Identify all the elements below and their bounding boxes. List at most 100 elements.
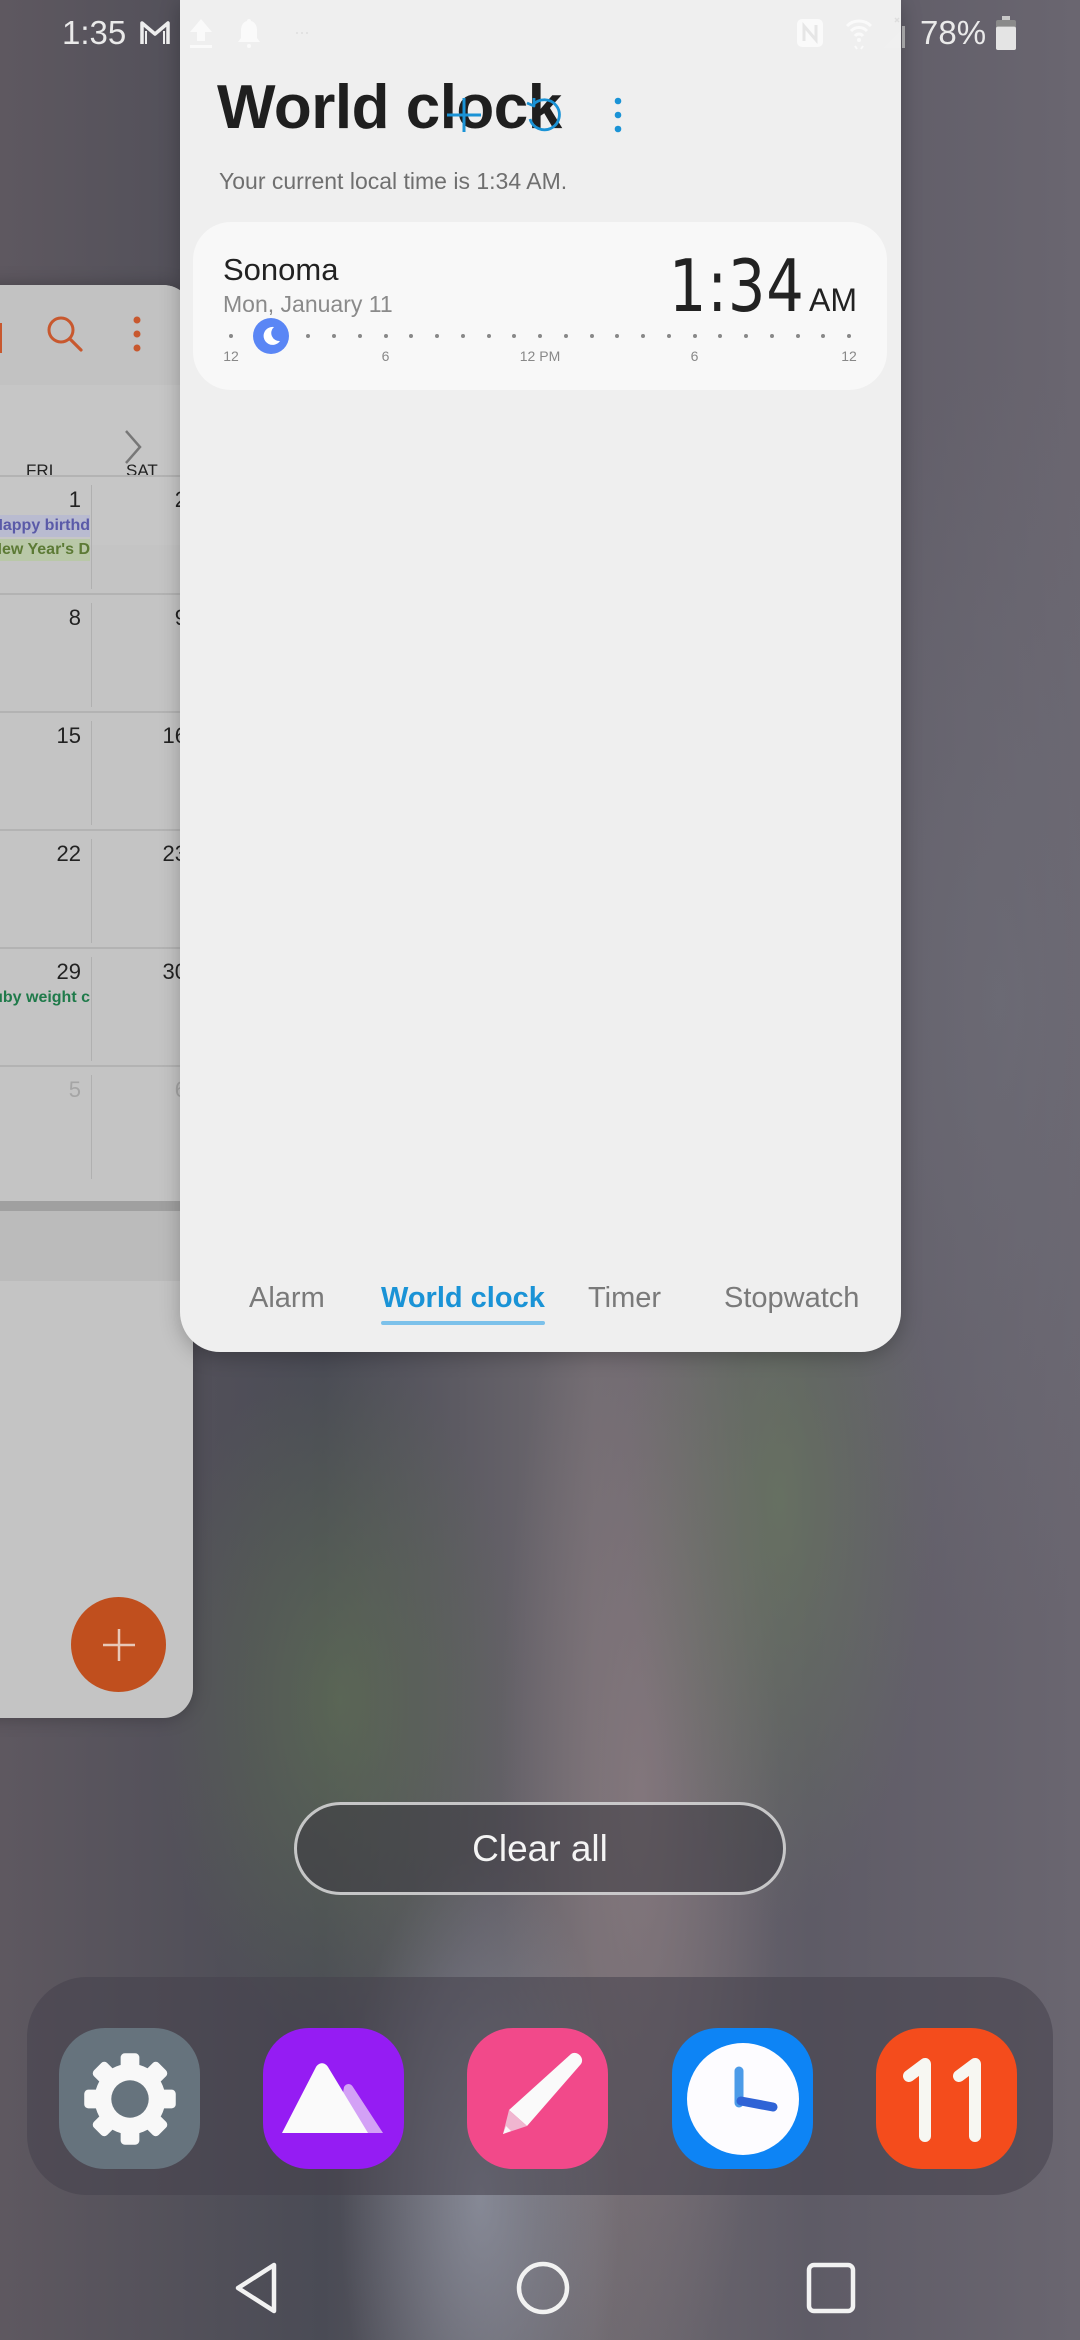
timeline-hour-dot: [641, 334, 645, 338]
home-circle-icon: [516, 2261, 570, 2315]
timeline-hour-dot: [486, 334, 491, 338]
timeline-hour-dot: [847, 334, 851, 338]
app-calendar[interactable]: [876, 2028, 1017, 2169]
app-clock[interactable]: [672, 2028, 813, 2169]
battery-icon: [994, 16, 1018, 50]
gmail-icon: [136, 16, 174, 50]
timeline-hour-dot: [460, 334, 465, 338]
timeline-hour-dot: [744, 334, 748, 338]
plus-icon: [102, 1628, 135, 1661]
recents-button[interactable]: [796, 2253, 866, 2323]
tab-alarm[interactable]: Alarm: [249, 1282, 325, 1315]
calendar-week-row: 22 23: [0, 829, 193, 947]
timeline-hour-dot: [409, 334, 414, 338]
home-button[interactable]: [508, 2253, 578, 2323]
bell-icon: [234, 16, 264, 50]
calendar-day-number[interactable]: 15: [57, 723, 81, 749]
app-dock: [27, 1977, 1053, 2195]
calendar-toolbar-icon-partial: [0, 323, 2, 353]
calendar-column-divider: [91, 1075, 92, 1179]
timeline-hour-dot: [821, 334, 826, 338]
app-notes[interactable]: [467, 2028, 608, 2169]
calendar-bottom-panel: [0, 1211, 193, 1281]
active-tab-indicator: [381, 1321, 545, 1325]
navigation-bar: [0, 2235, 1080, 2340]
calendar-week-row: 15 16: [0, 711, 193, 829]
calendar-divider: [0, 1201, 193, 1211]
plus-icon: [447, 98, 481, 132]
timeline-hour-dot: [666, 334, 671, 338]
timeline-hour-dot: [306, 334, 311, 338]
battery-percent: 78%: [920, 14, 987, 51]
calendar-week-row: 89: [0, 593, 193, 711]
city-time-value: 1:34: [669, 244, 805, 328]
calendar-week-row: 1Happy birthdNew Year's D2: [0, 475, 193, 593]
calendar-column-divider: [91, 485, 92, 589]
page-title: World clock: [217, 73, 562, 142]
city-card[interactable]: Sonoma Mon, January 11 1:34 AM 12 6 12 PM 6…: [193, 222, 887, 390]
calendar-event[interactable]: Ruby weight c: [0, 987, 90, 1009]
timeline-label: 12: [841, 348, 857, 364]
calendar-column-divider: [91, 839, 92, 943]
add-event-button[interactable]: [71, 1597, 166, 1692]
more-options-icon[interactable]: [130, 313, 144, 357]
calendar-column-divider: [91, 957, 92, 1061]
timeline-hour-dot: [692, 334, 697, 338]
timeline-label: 12: [223, 348, 239, 364]
clear-all-button[interactable]: Clear all: [294, 1802, 786, 1895]
tab-stopwatch[interactable]: Stopwatch: [724, 1282, 859, 1315]
local-time-subtitle: Your current local time is 1:34 AM.: [219, 168, 568, 194]
calendar-column-divider: [91, 721, 92, 825]
back-triangle-icon: [235, 2262, 277, 2314]
timeline-hour-dot: [538, 334, 542, 338]
calendar-day-number[interactable]: 5: [69, 1077, 81, 1103]
timeline-hour-dot: [512, 334, 517, 338]
tab-world-clock[interactable]: World clock: [381, 1282, 545, 1325]
recents-square-icon: [806, 2262, 856, 2314]
timeline-hour-dot: [357, 334, 362, 338]
more-vert-icon: [614, 97, 622, 133]
more-options-button[interactable]: [593, 90, 643, 140]
timeline-hour-dot: [589, 334, 594, 338]
calendar-event[interactable]: New Year's D: [0, 539, 90, 561]
wifi-icon: [842, 16, 876, 50]
calendar-day-number[interactable]: 1: [69, 487, 81, 513]
mountain-icon: [281, 2062, 383, 2133]
calendar-day-number[interactable]: 22: [57, 841, 81, 867]
timeline-hour-dot: [332, 334, 336, 338]
refresh-icon: [526, 98, 561, 132]
timeline-hour-dot: [718, 334, 723, 338]
city-date: Mon, January 11: [223, 291, 393, 317]
calendar-week-row: 29Ruby weight c30: [0, 947, 193, 1065]
calendar-event[interactable]: Happy birthd: [0, 515, 90, 537]
timeline-label: 12 PM: [519, 348, 561, 364]
tab-timer[interactable]: Timer: [588, 1282, 661, 1315]
timeline-hour-dot: [615, 334, 620, 338]
clock-app-card[interactable]: World clock Your current local time is 1…: [180, 0, 901, 1352]
calendar-day-number[interactable]: 8: [69, 605, 81, 631]
status-time: 1:35: [62, 14, 127, 51]
refresh-button[interactable]: [518, 90, 568, 140]
calendar-icon: [902, 2057, 981, 2142]
app-settings[interactable]: [59, 2028, 200, 2169]
city-time-ampm: AM: [809, 282, 857, 318]
add-city-button[interactable]: [439, 90, 489, 140]
app-gallery[interactable]: [263, 2028, 404, 2169]
nfc-icon: [794, 16, 826, 50]
search-icon[interactable]: [45, 313, 85, 359]
timeline-hour-dot: [563, 334, 568, 338]
gear-icon: [83, 2052, 176, 2145]
more-notifications-icon: [294, 16, 310, 50]
city-name: Sonoma: [223, 252, 339, 287]
timeline-hour-dot: [769, 334, 774, 338]
timeline-hour-dot: [229, 334, 233, 338]
bottom-tabs: Alarm World clock Timer Stopwatch: [180, 1282, 901, 1332]
upload-icon: [186, 16, 216, 50]
pencil-icon: [502, 2052, 582, 2134]
back-button[interactable]: [222, 2253, 292, 2323]
calendar-app-card[interactable]: FRI SAT 1Happy birthdNew Year's D2891516…: [0, 285, 193, 1718]
timeline-label: 6: [690, 348, 699, 364]
timeline-hour-dot: [435, 334, 439, 338]
calendar-column-divider: [91, 603, 92, 707]
calendar-day-number[interactable]: 29: [57, 959, 81, 985]
